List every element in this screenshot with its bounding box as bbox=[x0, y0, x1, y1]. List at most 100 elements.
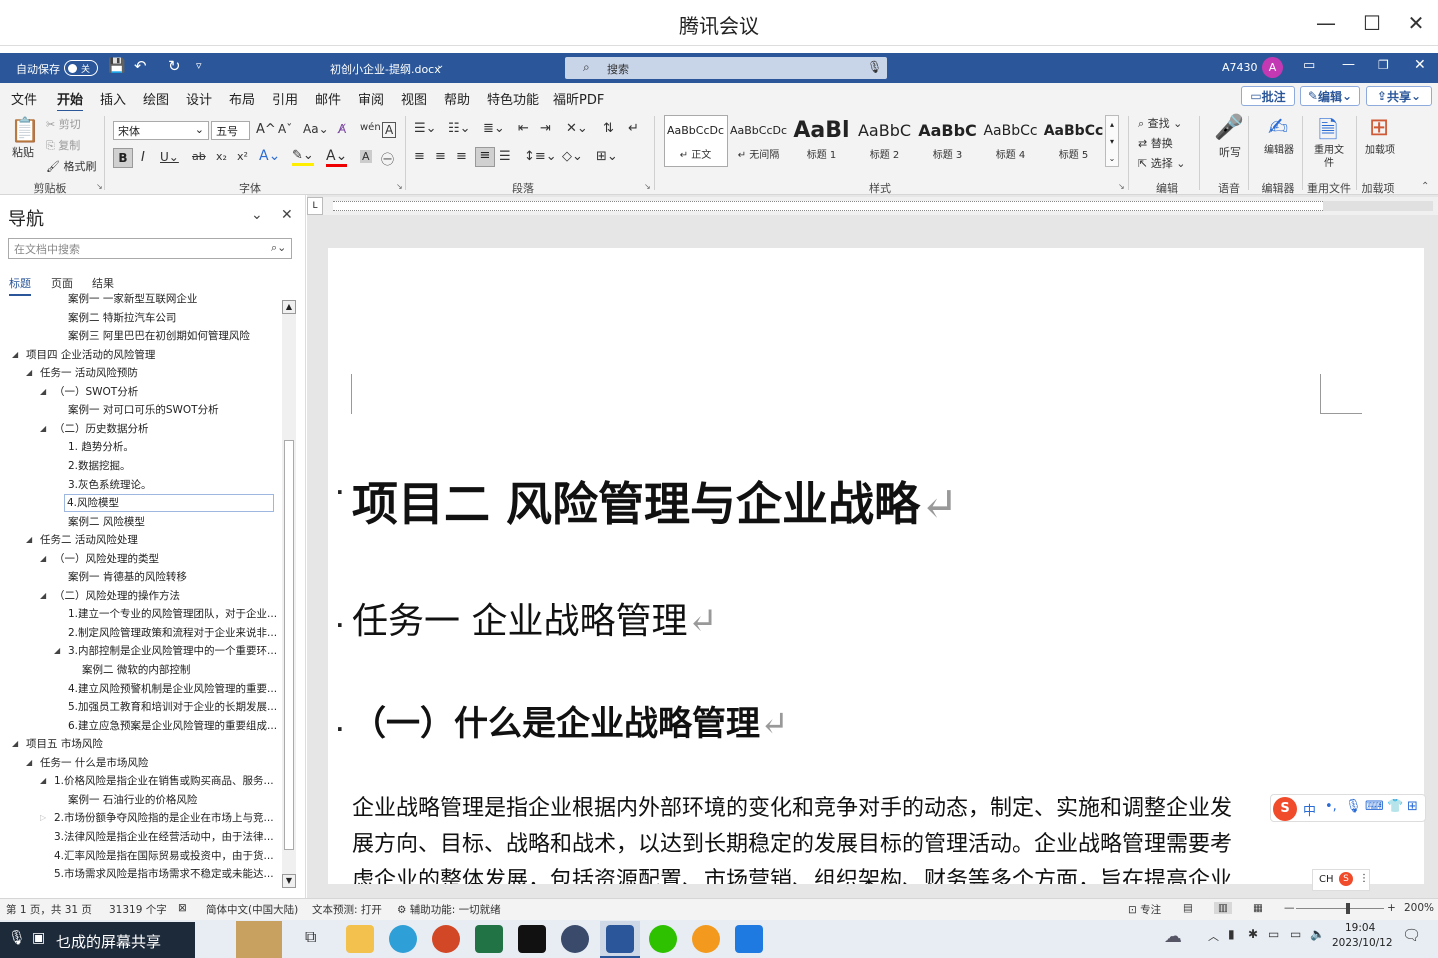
dictate-button[interactable]: 听写 bbox=[1219, 144, 1241, 160]
nav-tree-item[interactable]: ◢ 项目四 企业活动的风险管理 bbox=[0, 346, 280, 364]
nav-tree-item[interactable]: ◢ 任务一 活动风险预防 bbox=[0, 364, 280, 382]
editor-icon[interactable]: ✍ bbox=[1262, 113, 1294, 141]
nav-tree-item[interactable]: ◢ （二）风险处理的操作方法 bbox=[0, 587, 280, 605]
ime-voice-icon[interactable]: 🎙 bbox=[1345, 799, 1362, 814]
zoom-slider[interactable] bbox=[1296, 908, 1384, 909]
expand-triangle-icon[interactable]: ◢ bbox=[40, 772, 46, 790]
heading-1[interactable]: 项目二 风险管理与企业战略↵ bbox=[352, 468, 959, 534]
nav-tree-item[interactable]: ◢ 3.内部控制是企业风险管理中的一个重要环... bbox=[0, 642, 280, 660]
nav-tree-item[interactable]: ◢ （二）历史数据分析 bbox=[0, 420, 280, 438]
expand-triangle-icon[interactable]: ◢ bbox=[40, 587, 46, 605]
page-count[interactable]: 第 1 页，共 31 页 bbox=[6, 902, 92, 917]
ribbon-display-icon[interactable]: ▭ bbox=[1303, 58, 1315, 73]
expand-triangle-icon[interactable]: ◢ bbox=[26, 754, 32, 772]
close-icon[interactable]: ✕ bbox=[1394, 6, 1438, 40]
shading-icon[interactable]: ◇⌄ bbox=[562, 149, 583, 164]
redo-icon[interactable]: ↻ bbox=[168, 57, 181, 75]
user-name[interactable]: A7430 bbox=[1222, 61, 1258, 74]
phonetic-guide-icon[interactable]: wén bbox=[360, 122, 381, 133]
punctuation-icon[interactable]: •, bbox=[1325, 799, 1337, 814]
nav-tree-item[interactable]: 5.市场需求风险是指市场需求不稳定或未能达... bbox=[0, 865, 280, 883]
ime-skin-icon[interactable]: 👕 bbox=[1387, 799, 1403, 814]
enclose-char-icon[interactable]: ㊀ bbox=[381, 149, 394, 168]
line-spacing-icon[interactable]: ↕≡⌄ bbox=[524, 149, 557, 164]
proofing-icon[interactable]: ⊠ bbox=[178, 902, 187, 914]
word-count[interactable]: 31319 个字 bbox=[109, 902, 167, 917]
tab-foxit-pdf[interactable]: 福昕PDF bbox=[553, 89, 604, 108]
italic-button[interactable]: I bbox=[141, 150, 145, 165]
word-icon[interactable] bbox=[606, 925, 634, 953]
body-line[interactable]: 企业战略管理是指企业根据内外部环境的变化和竞争对手的动态，制定、实施和调整企业发 bbox=[352, 790, 1232, 822]
microphone-icon[interactable]: 🎙 bbox=[8, 930, 26, 946]
decrease-indent-icon[interactable]: ⇤ bbox=[518, 121, 529, 136]
body-line[interactable]: 展方向、目标、战略和战术，以达到长期稳定的发展目标的管理活动。企业战略管理需要考 bbox=[352, 826, 1232, 858]
clock-time[interactable]: 19:04 bbox=[1345, 922, 1375, 934]
search-input[interactable]: ⌕ 搜索 🎙 bbox=[565, 57, 887, 79]
reuse-files-button[interactable]: 重用文件 bbox=[1314, 144, 1344, 170]
show-marks-icon[interactable]: ↵ bbox=[628, 121, 639, 136]
search-app-icon[interactable] bbox=[692, 925, 720, 953]
nav-tree-item[interactable]: ▷ 2.市场份额争夺风险指的是企业在市场上与竞... bbox=[0, 809, 280, 827]
ime-apps-icon[interactable]: ⊞ bbox=[1407, 799, 1418, 814]
network-icon[interactable]: ▭ bbox=[1290, 927, 1301, 941]
nav-tree-item[interactable]: 案例一 对可口可乐的SWOT分析 bbox=[0, 401, 280, 419]
scroll-thumb[interactable] bbox=[284, 440, 294, 850]
read-mode-icon[interactable]: ▤ bbox=[1183, 902, 1193, 914]
tab-mailings[interactable]: 邮件 bbox=[315, 89, 341, 108]
customize-qat-icon[interactable]: ▿ bbox=[196, 59, 202, 72]
nav-search-input[interactable]: 在文档中搜索 ⌕⌄ bbox=[8, 238, 292, 259]
subscript-button[interactable]: x₂ bbox=[216, 150, 227, 163]
align-left-icon[interactable]: ≡ bbox=[414, 149, 425, 164]
nav-tree-item[interactable]: 案例三 阿里巴巴在初创期如何管理风险 bbox=[0, 327, 280, 345]
zoom-slider-thumb[interactable] bbox=[1346, 903, 1350, 914]
share-button[interactable]: ⇪ 共享 ⌄ bbox=[1366, 86, 1432, 106]
highlight-icon[interactable]: ✎⌄ bbox=[292, 148, 314, 166]
tab-view[interactable]: 视图 bbox=[401, 89, 427, 108]
addins-icon[interactable]: ⊞ bbox=[1363, 113, 1395, 141]
web-layout-icon[interactable]: ▦ bbox=[1253, 902, 1263, 914]
replace-button[interactable]: ⇄ 替换 bbox=[1138, 135, 1173, 151]
heading-3[interactable]: （一）什么是企业战略管理↵ bbox=[352, 696, 789, 745]
tab-insert[interactable]: 插入 bbox=[100, 89, 126, 108]
avatar[interactable]: A bbox=[1262, 57, 1283, 78]
expand-triangle-icon[interactable]: ◢ bbox=[40, 550, 46, 568]
expand-triangle-icon[interactable]: ◢ bbox=[12, 735, 18, 753]
style-heading-1[interactable]: AaBl 标题 1 bbox=[790, 116, 853, 166]
distributed-icon[interactable]: ☰ bbox=[499, 149, 511, 164]
expand-triangle-icon[interactable]: ◢ bbox=[54, 642, 60, 660]
nav-tree-item[interactable]: 4.汇率风险是指在国际贸易或投资中，由于货... bbox=[0, 847, 280, 865]
nav-tree-item[interactable]: 2.数据挖掘。 bbox=[0, 457, 280, 475]
powerpoint-icon[interactable] bbox=[432, 925, 460, 953]
body-line[interactable]: 虑企业的整体发展，包括资源配置、市场营销、组织架构、财务等多个方面，旨在提高企业 bbox=[352, 862, 1232, 884]
expand-triangle-icon[interactable]: ◢ bbox=[12, 346, 18, 364]
undo-icon[interactable]: ↶ bbox=[134, 57, 147, 75]
nav-tab-pages[interactable]: 页面 bbox=[51, 275, 73, 291]
select-button[interactable]: ⇱ 选择 ⌄ bbox=[1138, 155, 1185, 171]
nav-tree-item[interactable]: ◢ 1.价格风险是指企业在销售或购买商品、服务... bbox=[0, 772, 280, 790]
nav-close-icon[interactable]: ✕ bbox=[281, 207, 293, 223]
nav-tree-item[interactable]: ◢ 任务一 什么是市场风险 bbox=[0, 754, 280, 772]
tab-review[interactable]: 审阅 bbox=[358, 89, 384, 108]
style-heading-4[interactable]: AaBbCc 标题 4 bbox=[979, 116, 1042, 166]
nav-tree-item[interactable]: 案例二 微软的内部控制 bbox=[0, 661, 280, 679]
ime-mode[interactable]: 中 bbox=[1303, 800, 1316, 819]
shrink-font-icon[interactable]: Aˇ bbox=[278, 122, 292, 136]
expand-triangle-icon[interactable]: ◢ bbox=[26, 531, 32, 549]
char-shading-icon[interactable]: A bbox=[360, 150, 372, 163]
volume-icon[interactable]: 🔈 bbox=[1310, 927, 1325, 941]
nav-tree-item[interactable]: 案例二 特斯拉汽车公司 bbox=[0, 309, 280, 327]
tray-icon[interactable]: ▮ bbox=[1228, 927, 1235, 941]
bold-button[interactable]: B bbox=[113, 148, 133, 168]
nav-tree-item[interactable]: 6.建立应急预案是企业风险管理的重要组成... bbox=[0, 717, 280, 735]
chevron-down-icon[interactable]: ⌄ bbox=[436, 60, 444, 71]
nav-tree-item[interactable]: 1.建立一个专业的风险管理团队，对于企业... bbox=[0, 605, 280, 623]
nav-tree-item[interactable]: 4.风险模型 bbox=[0, 494, 280, 513]
nav-tree-item[interactable]: 3.灰色系统理论。 bbox=[0, 476, 280, 494]
save-icon[interactable]: 💾 bbox=[108, 58, 125, 74]
copy-button[interactable]: ⎘ 复制 bbox=[46, 137, 80, 153]
nav-scrollbar[interactable]: ▲ ▼ bbox=[282, 300, 296, 888]
zoom-in-icon[interactable]: + bbox=[1387, 902, 1396, 914]
tab-features[interactable]: 特色功能 bbox=[487, 89, 539, 108]
nav-tree-item[interactable]: 1. 趋势分析。 bbox=[0, 438, 280, 456]
expand-triangle-icon[interactable]: ◢ bbox=[26, 364, 32, 382]
